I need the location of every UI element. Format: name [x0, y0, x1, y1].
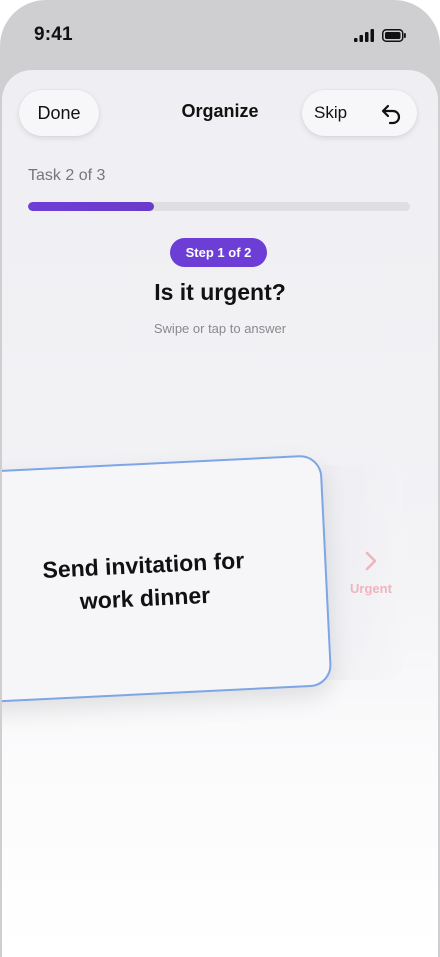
step-badge: Step 1 of 2 [170, 238, 267, 267]
task-card-text: Send invitation for work dinner [41, 547, 245, 615]
undo-icon[interactable] [379, 101, 403, 125]
chevron-right-icon [365, 551, 377, 571]
signal-icon [354, 28, 374, 42]
progress-fill [28, 202, 155, 211]
skip-button[interactable]: Skip [314, 103, 347, 123]
status-time: 9:41 [34, 24, 73, 45]
question-title: Is it urgent? [154, 279, 286, 305]
swipe-hint: Swipe or tap to answer [153, 321, 287, 336]
battery-icon [382, 28, 406, 42]
status-icons [354, 27, 406, 43]
organize-sheet: Done Organize Skip Task 2 of 3 Step 1 of… [2, 70, 438, 957]
status-bar: 9:41 [0, 0, 440, 70]
skip-undo-group: Skip [302, 90, 417, 136]
task-counter: Task 2 of 3 [28, 167, 106, 184]
urgent-swipe-target[interactable]: Urgent [340, 550, 402, 596]
task-card[interactable]: Send invitation for work dinner [2, 454, 333, 704]
urgent-label: Urgent [350, 581, 392, 596]
progress-bar [28, 202, 410, 211]
phone-frame: 9:41 Done Organize Skip Task 2 of 3 Step… [0, 0, 440, 957]
